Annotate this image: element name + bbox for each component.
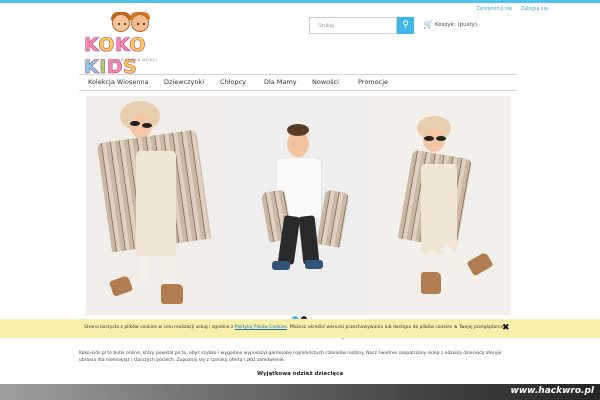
logo-boy-face <box>131 14 149 32</box>
login-link[interactable]: Zaloguj się <box>521 6 548 12</box>
nav-item-dziewczynki[interactable]: Dziewczynki <box>164 78 204 86</box>
cart-label: Koszyk: (pusty) <box>434 22 478 28</box>
cookie-banner: Strona korzysta z plików cookies w celu … <box>0 319 600 338</box>
nav-item-kolekcja-wiosenna[interactable]: Kolekcja Wiosenna <box>88 78 149 86</box>
nav-item-dla-mamy[interactable]: Dla Mamy <box>264 78 297 86</box>
slide-photo-girl-right <box>369 96 511 315</box>
nav-item-promocje[interactable]: Promocje <box>358 78 388 86</box>
account-links: Zarejestruj się Zaloguj się <box>469 6 548 12</box>
nav-item-nowosci[interactable]: Nowości <box>312 78 339 86</box>
slide-photo-girl-left <box>86 96 225 315</box>
cart-link[interactable]: 🛒 Koszyk: (pusty) <box>423 20 477 29</box>
cart-icon: 🛒 <box>423 20 433 29</box>
logo-wordmark: KOKO KIDS <box>84 34 147 79</box>
logo-subtitle: ODZIEŻ DLA DZIECI <box>114 58 158 62</box>
nav-item-chlopcy[interactable]: Chłopcy <box>220 78 246 86</box>
cookie-policy-link[interactable]: Polityką Plików Cookies <box>235 325 287 330</box>
search-button[interactable]: ⚲ <box>397 17 414 34</box>
search-input[interactable]: Szukaj <box>309 17 397 34</box>
hero-slider[interactable] <box>86 96 511 315</box>
watermark: www.hackwro.pl <box>510 386 594 396</box>
section-title-unique: Wyjątkowa odzież dziecięca <box>256 371 344 377</box>
slide-photo-boy <box>225 96 369 315</box>
intro-paragraph: Koko-kids.pl to butik online, który pows… <box>79 351 502 363</box>
register-link[interactable]: Zarejestruj się <box>476 6 512 12</box>
site-logo[interactable]: KOKO KIDS ODZIEŻ DLA DZIECI <box>84 12 189 78</box>
cookie-text: Strona korzysta z plików cookies w celu … <box>84 325 505 330</box>
logo-girl-face <box>112 14 130 32</box>
search-icon: ⚲ <box>402 20 409 30</box>
close-icon[interactable]: ✖ <box>502 323 510 333</box>
main-nav: Kolekcja Wiosenna Dziewczynki Chłopcy Dl… <box>79 74 517 91</box>
top-accent-bar <box>0 0 600 3</box>
